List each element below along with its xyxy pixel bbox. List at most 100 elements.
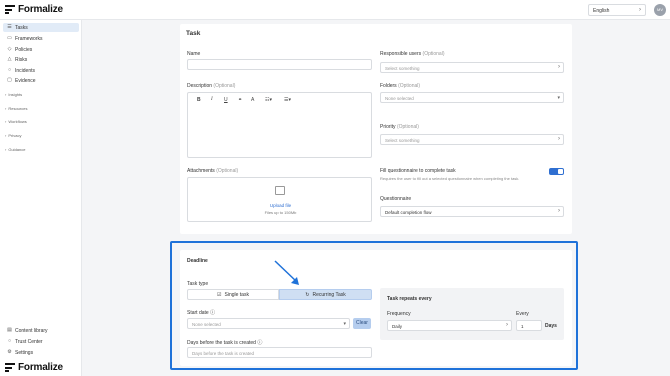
sidebar-item-label: Settings — [15, 349, 34, 356]
refresh-icon: ↻ — [305, 291, 310, 298]
chevron-right-icon: › — [558, 136, 560, 142]
sidebar-item-incidents[interactable]: ○ Incidents — [3, 66, 79, 75]
chevron-right-icon: › — [506, 322, 508, 328]
questionnaire-toggle-label: Fill questionnaire to complete task — [380, 168, 456, 174]
single-task-option[interactable]: ☑ Single task — [187, 289, 279, 300]
gear-icon: ⚙ — [7, 349, 12, 355]
sidebar-item-label: Evidence — [15, 77, 36, 84]
start-date-select[interactable]: None selected ▾ — [187, 318, 350, 329]
name-label: Name — [187, 51, 201, 57]
underline-icon[interactable]: U — [224, 97, 228, 103]
start-date-label: Start date ⓘ — [187, 310, 216, 316]
warning-icon: △ — [7, 56, 12, 62]
name-input[interactable] — [187, 59, 372, 70]
chevron-right-icon: › — [5, 133, 7, 138]
sidebar-item-tasks[interactable]: ☰ Tasks — [3, 23, 79, 32]
sidebar-group-privacy[interactable]: › Privacy — [5, 133, 21, 138]
sidebar-group-guidance[interactable]: › Guidance — [5, 147, 25, 152]
questionnaire-select[interactable]: Default completion flow › — [380, 206, 564, 217]
avatar[interactable]: MV — [654, 4, 666, 16]
sidebar-item-risks[interactable]: △ Risks — [3, 55, 79, 64]
priority-select[interactable]: Select something › — [380, 134, 564, 145]
sidebar-item-label: Frameworks — [15, 35, 43, 42]
info-icon: ⓘ — [210, 310, 216, 316]
recurring-task-option[interactable]: ↻ Recurring Task — [279, 289, 372, 300]
evidence-icon: ▢ — [7, 77, 12, 83]
image-upload-icon — [275, 186, 285, 195]
description-label: Description (Optional) — [187, 83, 236, 89]
ordered-list-icon[interactable]: ☷▾ — [265, 97, 272, 103]
app-name: Formalize — [18, 4, 63, 15]
responsible-users-select[interactable]: Select something › — [380, 62, 564, 73]
checkbox-icon: ☑ — [217, 291, 222, 298]
info-icon: ⓘ — [257, 340, 263, 346]
frequency-select[interactable]: Daily › — [387, 320, 512, 331]
description-editor[interactable]: B I U ⚭ A ☷▾ ☰▾ — [187, 92, 372, 158]
task-type-label: Task type — [187, 281, 209, 287]
chevron-right-icon: › — [5, 92, 7, 97]
app-logo[interactable]: Formalize — [5, 4, 63, 15]
italic-icon[interactable]: I — [211, 97, 213, 102]
every-input[interactable]: 1 — [516, 320, 542, 331]
text-color-icon[interactable]: A — [251, 97, 254, 103]
sidebar-item-label: Tasks — [15, 24, 28, 31]
chevron-right-icon: › — [639, 7, 641, 13]
formalize-logo-icon — [5, 362, 15, 373]
questionnaire-label: Questionnaire — [380, 196, 412, 202]
folders-select[interactable]: None selected ▾ — [380, 92, 564, 103]
clear-button[interactable]: Clear — [353, 318, 371, 329]
chevron-right-icon: › — [5, 106, 7, 111]
chevron-down-icon: ▾ — [557, 95, 560, 101]
upload-hint: Files up to 150Mb — [264, 210, 297, 215]
sidebar-item-label: Incidents — [15, 67, 36, 74]
chevron-right-icon: › — [5, 147, 7, 152]
footer-logo: Formalize — [5, 362, 63, 373]
days-before-label: Days before the task is created ⓘ — [187, 340, 263, 346]
checklist-icon: ☰ — [7, 24, 12, 30]
sidebar-item-frameworks[interactable]: ▭ Frameworks — [3, 34, 79, 43]
sidebar-group-resources[interactable]: › Resources — [5, 106, 27, 111]
top-bar: Formalize English › MV — [0, 0, 670, 20]
sidebar-group-workflows[interactable]: › Workflows — [5, 119, 27, 124]
sidebar-item-label: Risks — [15, 56, 28, 63]
every-label: Every — [516, 311, 529, 317]
trust-icon: ○ — [7, 338, 12, 344]
frequency-label: Frequency — [387, 311, 411, 317]
bullet-list-icon[interactable]: ☰▾ — [284, 97, 291, 103]
language-select[interactable]: English › — [588, 4, 646, 16]
chevron-right-icon: › — [558, 208, 560, 214]
chevron-right-icon: › — [5, 119, 7, 124]
sidebar-item-evidence[interactable]: ▢ Evidence — [3, 76, 79, 85]
arrow-annotation-icon — [274, 260, 299, 285]
shield-icon: ◇ — [7, 46, 12, 52]
task-title: Task — [186, 30, 201, 37]
every-unit: Days — [545, 323, 557, 329]
bold-icon[interactable]: B — [197, 97, 201, 103]
questionnaire-toggle[interactable] — [549, 168, 564, 175]
attachments-label: Attachments (Optional) — [187, 168, 239, 174]
incident-icon: ○ — [7, 67, 12, 73]
formalize-logo-icon — [5, 4, 15, 15]
sidebar-item-label: Policies — [15, 46, 33, 53]
book-icon: ▭ — [7, 35, 12, 41]
repeats-title: Task repeats every — [387, 296, 432, 302]
sidebar-group-insights[interactable]: › Insights — [5, 92, 22, 97]
link-icon[interactable]: ⚭ — [238, 97, 242, 103]
sidebar-item-label: Content library — [15, 327, 48, 334]
deadline-title: Deadline — [187, 258, 208, 264]
questionnaire-toggle-hint: Requires the user to fill out a selected… — [380, 176, 520, 181]
folders-label: Folders (Optional) — [380, 83, 421, 89]
upload-dropzone[interactable]: Upload file Files up to 150Mb — [187, 177, 372, 222]
sidebar-item-content-library[interactable]: ▤ Content library — [3, 326, 79, 335]
sidebar-item-policies[interactable]: ◇ Policies — [3, 45, 79, 54]
sidebar: ☰ Tasks ▭ Frameworks ◇ Policies △ Risks … — [0, 20, 82, 376]
chevron-right-icon: › — [558, 64, 560, 70]
sidebar-item-trust-center[interactable]: ○ Trust Center — [3, 337, 79, 346]
responsible-label: Responsible users (Optional) — [380, 51, 445, 57]
priority-label: Priority (Optional) — [380, 124, 419, 130]
days-before-input[interactable]: Days before the task is created — [187, 347, 372, 358]
sidebar-item-settings[interactable]: ⚙ Settings — [3, 348, 79, 357]
upload-file-link[interactable]: Upload file — [188, 203, 373, 208]
library-icon: ▤ — [7, 327, 12, 333]
app-name: Formalize — [18, 362, 63, 373]
